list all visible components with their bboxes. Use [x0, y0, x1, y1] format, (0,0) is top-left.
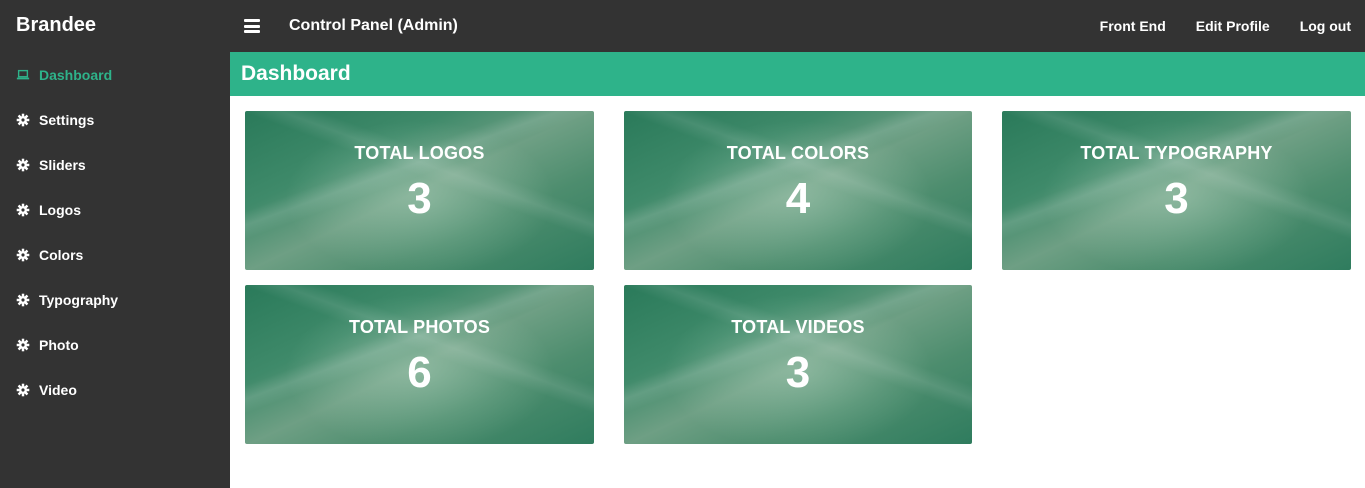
sidebar-item-typography[interactable]: Typography [0, 277, 230, 322]
sidebar-item-logos[interactable]: Logos [0, 187, 230, 232]
sidebar-item-label: Colors [39, 246, 84, 263]
gear-icon [15, 382, 31, 398]
sidebar-item-dashboard[interactable]: Dashboard [0, 52, 230, 97]
top-navbar: Control Panel (Admin) Front End Edit Pro… [230, 0, 1365, 52]
stat-card-logos[interactable]: TOTAL LOGOS 3 [245, 111, 594, 270]
sidebar-item-label: Video [39, 381, 77, 398]
sidebar-item-colors[interactable]: Colors [0, 232, 230, 277]
gear-icon [15, 202, 31, 218]
gear-icon [15, 292, 31, 308]
sidebar-menu: Dashboard Settings Sliders Logos Colors [0, 52, 230, 412]
sidebar-item-label: Typography [39, 291, 119, 308]
card-title: TOTAL VIDEOS [731, 317, 865, 337]
stat-card-photos[interactable]: TOTAL PHOTOS 6 [245, 285, 594, 444]
hamburger-menu-icon[interactable] [244, 19, 260, 33]
front-end-link[interactable]: Front End [1100, 18, 1166, 34]
sidebar: Brandee Dashboard Settings Sliders Logos [0, 0, 230, 488]
card-value: 3 [785, 348, 811, 397]
card-title: TOTAL TYPOGRAPHY [1080, 143, 1273, 163]
card-title: TOTAL LOGOS [354, 143, 485, 163]
gear-icon [15, 112, 31, 128]
sidebar-item-label: Dashboard [39, 66, 113, 83]
stat-card-typography[interactable]: TOTAL TYPOGRAPHY 3 [1002, 111, 1351, 270]
gear-icon [15, 337, 31, 353]
sidebar-item-label: Sliders [39, 156, 86, 173]
brand-logo[interactable]: Brandee [0, 0, 230, 52]
laptop-icon [15, 67, 31, 83]
sidebar-item-photo[interactable]: Photo [0, 322, 230, 367]
sidebar-item-label: Photo [39, 336, 79, 353]
card-value: 3 [407, 174, 432, 223]
gear-icon [15, 247, 31, 263]
edit-profile-link[interactable]: Edit Profile [1196, 18, 1270, 34]
stat-card-colors[interactable]: TOTAL COLORS 4 [624, 111, 972, 270]
card-title: TOTAL COLORS [726, 143, 870, 163]
card-value: 6 [407, 348, 432, 397]
sidebar-item-label: Settings [39, 111, 95, 128]
panel-title: Control Panel (Admin) [289, 17, 458, 34]
sidebar-item-label: Logos [39, 201, 81, 218]
sidebar-item-video[interactable]: Video [0, 367, 230, 412]
sidebar-item-settings[interactable]: Settings [0, 97, 230, 142]
card-value: 4 [785, 174, 811, 223]
stat-card-videos[interactable]: TOTAL VIDEOS 3 [624, 285, 972, 444]
gear-icon [15, 157, 31, 173]
top-links: Front End Edit Profile Log out [1084, 18, 1365, 34]
card-title: TOTAL PHOTOS [348, 317, 491, 337]
page-title: Dashboard [230, 52, 1365, 96]
card-value: 3 [1164, 174, 1189, 223]
logout-link[interactable]: Log out [1300, 18, 1351, 34]
sidebar-item-sliders[interactable]: Sliders [0, 142, 230, 187]
